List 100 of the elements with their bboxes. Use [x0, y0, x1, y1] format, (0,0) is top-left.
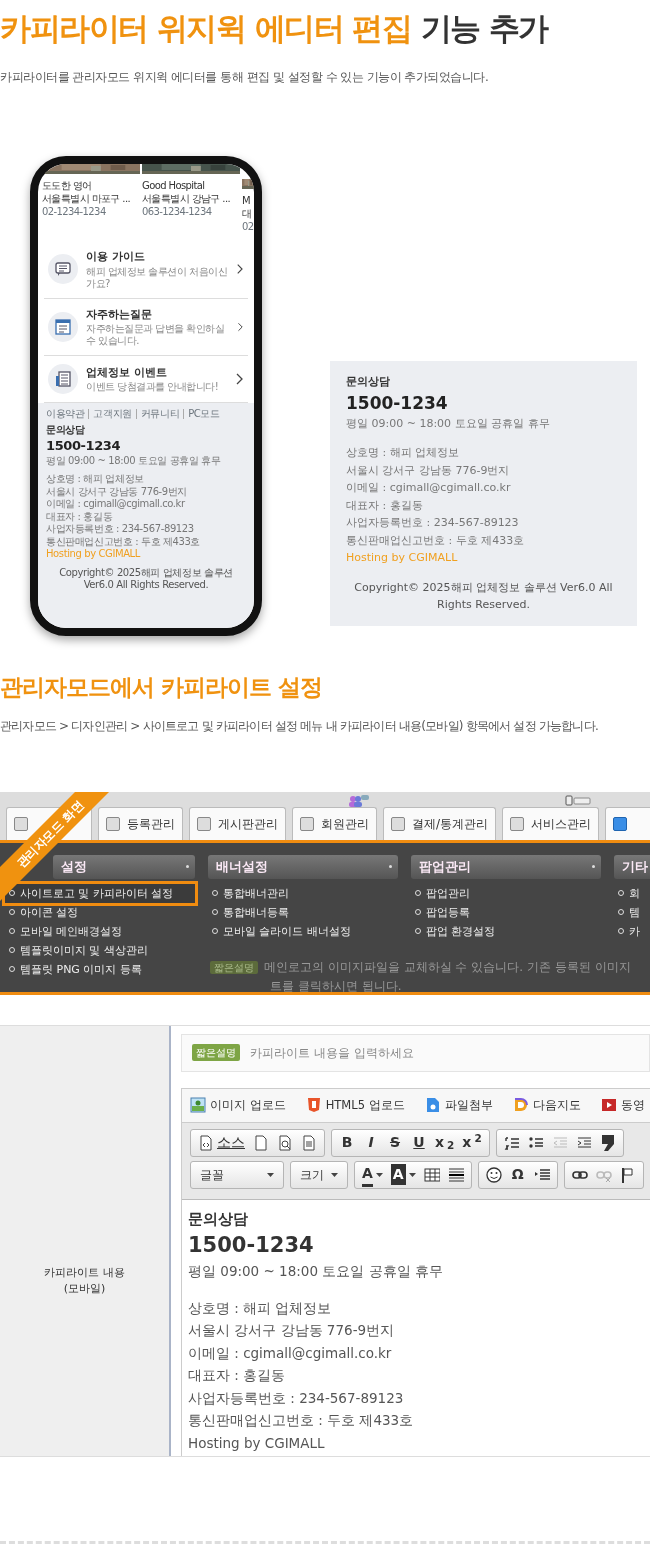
- notice-text: 메인로고의 이미지파일을 교체하실 수 있습니다. 기존 등록된 이미지: [264, 959, 631, 974]
- footer-link[interactable]: 고객지원: [88, 409, 136, 419]
- place-phone: 063-1234-1234: [142, 205, 213, 218]
- menu-header-title: 팝업관리: [419, 857, 471, 876]
- place-phone: 02-1234-1234: [42, 205, 107, 218]
- menu-item[interactable]: 아이콘 설정: [5, 902, 195, 922]
- menu-item[interactable]: 통합배너관리: [208, 883, 398, 903]
- menu-item-label: 사이트로고 및 카피라이터 설정: [20, 885, 174, 902]
- notice-text: 트를 클릭하시면 됩니다.: [269, 977, 403, 995]
- menu-item[interactable]: 통합배너등록: [208, 902, 398, 922]
- content-phone: 1500-1234: [188, 1232, 315, 1260]
- menu-header[interactable]: 배너설정: [208, 854, 398, 879]
- place-phone: 02: [242, 220, 254, 233]
- menu-item[interactable]: 모바일 메인배경설정: [5, 921, 195, 941]
- description: 카피라이터를 관리자모드 위지윅 에디터를 통해 편집 및 설정할 수 있는 기능이 추가되었습니다.: [0, 69, 490, 86]
- underline-button[interactable]: U: [407, 1130, 431, 1155]
- menu-item[interactable]: 모바일 슬라이드 배너설정: [208, 921, 398, 941]
- tab[interactable]: 게시판관리: [189, 806, 286, 840]
- upload-button[interactable]: 동영: [600, 1096, 645, 1114]
- place-address: 서울특별시 마포구 ...: [42, 192, 132, 205]
- company-info: 이메일 : cgimall@cgimall.co.kr: [46, 498, 186, 511]
- title-text: 기능 추가: [420, 10, 548, 46]
- italic-button[interactable]: I: [359, 1130, 383, 1155]
- menu-item[interactable]: 자주하는질문 자주하는질문과 답변을 확인하실 수 있습니다.: [44, 298, 248, 356]
- strike-button[interactable]: S: [383, 1130, 407, 1155]
- text-color-button[interactable]: A: [358, 1162, 387, 1187]
- upload-button[interactable]: 다음지도: [512, 1096, 581, 1114]
- tab[interactable]: 결제/통계관리: [383, 806, 497, 840]
- upload-button[interactable]: 이미지 업로드: [190, 1096, 286, 1114]
- place-address: 대: [242, 207, 253, 220]
- company-info: 사업자등록번호 : 234-567-89123: [346, 515, 520, 531]
- contact-phone: 1500-1234: [46, 436, 122, 455]
- menu-item[interactable]: 템플릿이미지 및 색상관리: [5, 940, 195, 960]
- menu-item-label: 템: [629, 904, 640, 921]
- company-info: 통신판매업신고번호 : 두호 제433호: [346, 532, 526, 549]
- company-info: 대표자 : 홍길동: [346, 497, 424, 514]
- content-line: 서울시 강서구 강남동 776-9번지: [188, 1321, 396, 1341]
- contact-hours: 평일 09:00 ~ 18:00 토요일 공휴일 휴무: [346, 415, 551, 432]
- upload-button[interactable]: 파일첨부: [424, 1096, 493, 1114]
- menu-item[interactable]: 이용 가이드 해피 업체정보 솔루션이 처음이신가요?: [44, 241, 248, 299]
- tab[interactable]: 회원관리: [292, 806, 377, 840]
- menu-header-title: 기타: [622, 857, 648, 876]
- menu-item-label: 팝업등록: [426, 904, 470, 921]
- footer-link[interactable]: 이용약관: [46, 409, 89, 419]
- char-button[interactable]: Ω: [505, 1162, 530, 1187]
- bold-button[interactable]: B: [335, 1130, 359, 1155]
- tab[interactable]: 서비스관리: [502, 806, 600, 840]
- upload-button[interactable]: HTML5 업로드: [305, 1096, 405, 1114]
- menu-subtitle: 해피 업체정보 솔루션이 처음이신가요?: [86, 265, 229, 290]
- section-description: 관리자모드 > 디자인관리 > 사이트로고 및 카피라이터 설정 메뉴 내 카피라이터 내용(모바일) 항목에서 설정 가능합니다.: [0, 717, 599, 735]
- menu-item-label: 카: [629, 923, 640, 940]
- title-highlight: 카피라이터 위지윅 에디터 편집: [0, 10, 412, 46]
- dropdown[interactable]: 크기: [294, 1162, 344, 1187]
- menu-item-label: 팝업관리: [426, 885, 470, 902]
- menu-item[interactable]: 템플릿 PNG 이미지 등록: [5, 959, 195, 979]
- text-input[interactable]: 카피라이트 내용을 입력하세요: [248, 1042, 639, 1063]
- menu-title: 자주하는질문: [86, 306, 153, 323]
- menu-item[interactable]: 템: [614, 902, 650, 922]
- place-name: 도도한 영어: [42, 179, 93, 192]
- sub-button[interactable]: x$_{2}$: [431, 1130, 459, 1155]
- menu-header[interactable]: 팝업관리: [411, 854, 601, 879]
- source-button[interactable]: 소스: [194, 1130, 249, 1155]
- menu-subtitle: 이벤트 당첨결과를 안내합니다!: [86, 381, 220, 394]
- hosting-link[interactable]: Hosting by CGIMALL: [188, 1434, 325, 1451]
- place-name: Good Hospital: [142, 179, 206, 192]
- menu-item[interactable]: 팝업 환경설정: [411, 921, 601, 941]
- field-label: (모바일): [63, 1280, 106, 1297]
- company-info: 상호명 : 해피 업체정보: [346, 445, 461, 461]
- company-info: 서울시 강서구 강남동 776-9번지: [46, 485, 188, 498]
- content-line: 통신판매업신고번호 : 두호 제433호: [188, 1411, 415, 1431]
- menu-item-label: 템플릿이미지 및 색상관리: [20, 942, 148, 959]
- menu-item[interactable]: 팝업등록: [411, 902, 601, 922]
- section-title: 관리자모드에서 카피라이트 설정: [0, 673, 323, 702]
- copyright: Copyright© 2025해피 업체정보 솔루션 Ver6.0 All Rights Reserved.: [353, 579, 614, 613]
- hint-badge: 짧은설명: [210, 960, 258, 974]
- company-info: 이메일 : cgimall@cgimall.co.kr: [346, 480, 512, 496]
- footer-link[interactable]: 커뮤니티: [135, 409, 184, 419]
- menu-item-label: 아이콘 설정: [20, 904, 79, 921]
- contact-label: 문의상담: [46, 424, 86, 437]
- company-info: 상호명 : 해피 업체정보: [46, 473, 145, 486]
- sup-button[interactable]: x$^{2}$: [458, 1130, 486, 1155]
- menu-item-label: 팝업 환경설정: [426, 923, 496, 940]
- content-line: 사업자등록번호 : 234-567-89123: [188, 1388, 405, 1408]
- background-color-button[interactable]: A: [386, 1162, 420, 1187]
- content-line: 대표자 : 홍길동: [188, 1366, 287, 1386]
- menu-title: 이용 가이드: [86, 249, 146, 265]
- field-label: 카피라이트 내용: [44, 1264, 125, 1281]
- footer-link[interactable]: PC모드: [183, 409, 224, 419]
- menu-item-label: 통합배너등록: [223, 904, 289, 921]
- hint-badge: 짧은설명: [192, 1044, 240, 1061]
- menu-item[interactable]: 회: [614, 883, 650, 903]
- menu-item[interactable]: 사이트로고 및 카피라이터 설정: [5, 883, 195, 903]
- menu-item[interactable]: 팝업관리: [411, 883, 601, 903]
- menu-item[interactable]: 카: [614, 921, 650, 941]
- menu-header-title: 배너설정: [216, 857, 268, 876]
- dropdown[interactable]: 글꼴: [194, 1162, 280, 1187]
- menu-header[interactable]: 기타: [614, 854, 650, 879]
- tab[interactable]: 등록관리: [98, 806, 183, 840]
- company-info: 통신판매업신고번호 : 두호 제433호: [46, 535, 201, 548]
- company-info: 사업자등록번호 : 234-567-89123: [46, 523, 195, 536]
